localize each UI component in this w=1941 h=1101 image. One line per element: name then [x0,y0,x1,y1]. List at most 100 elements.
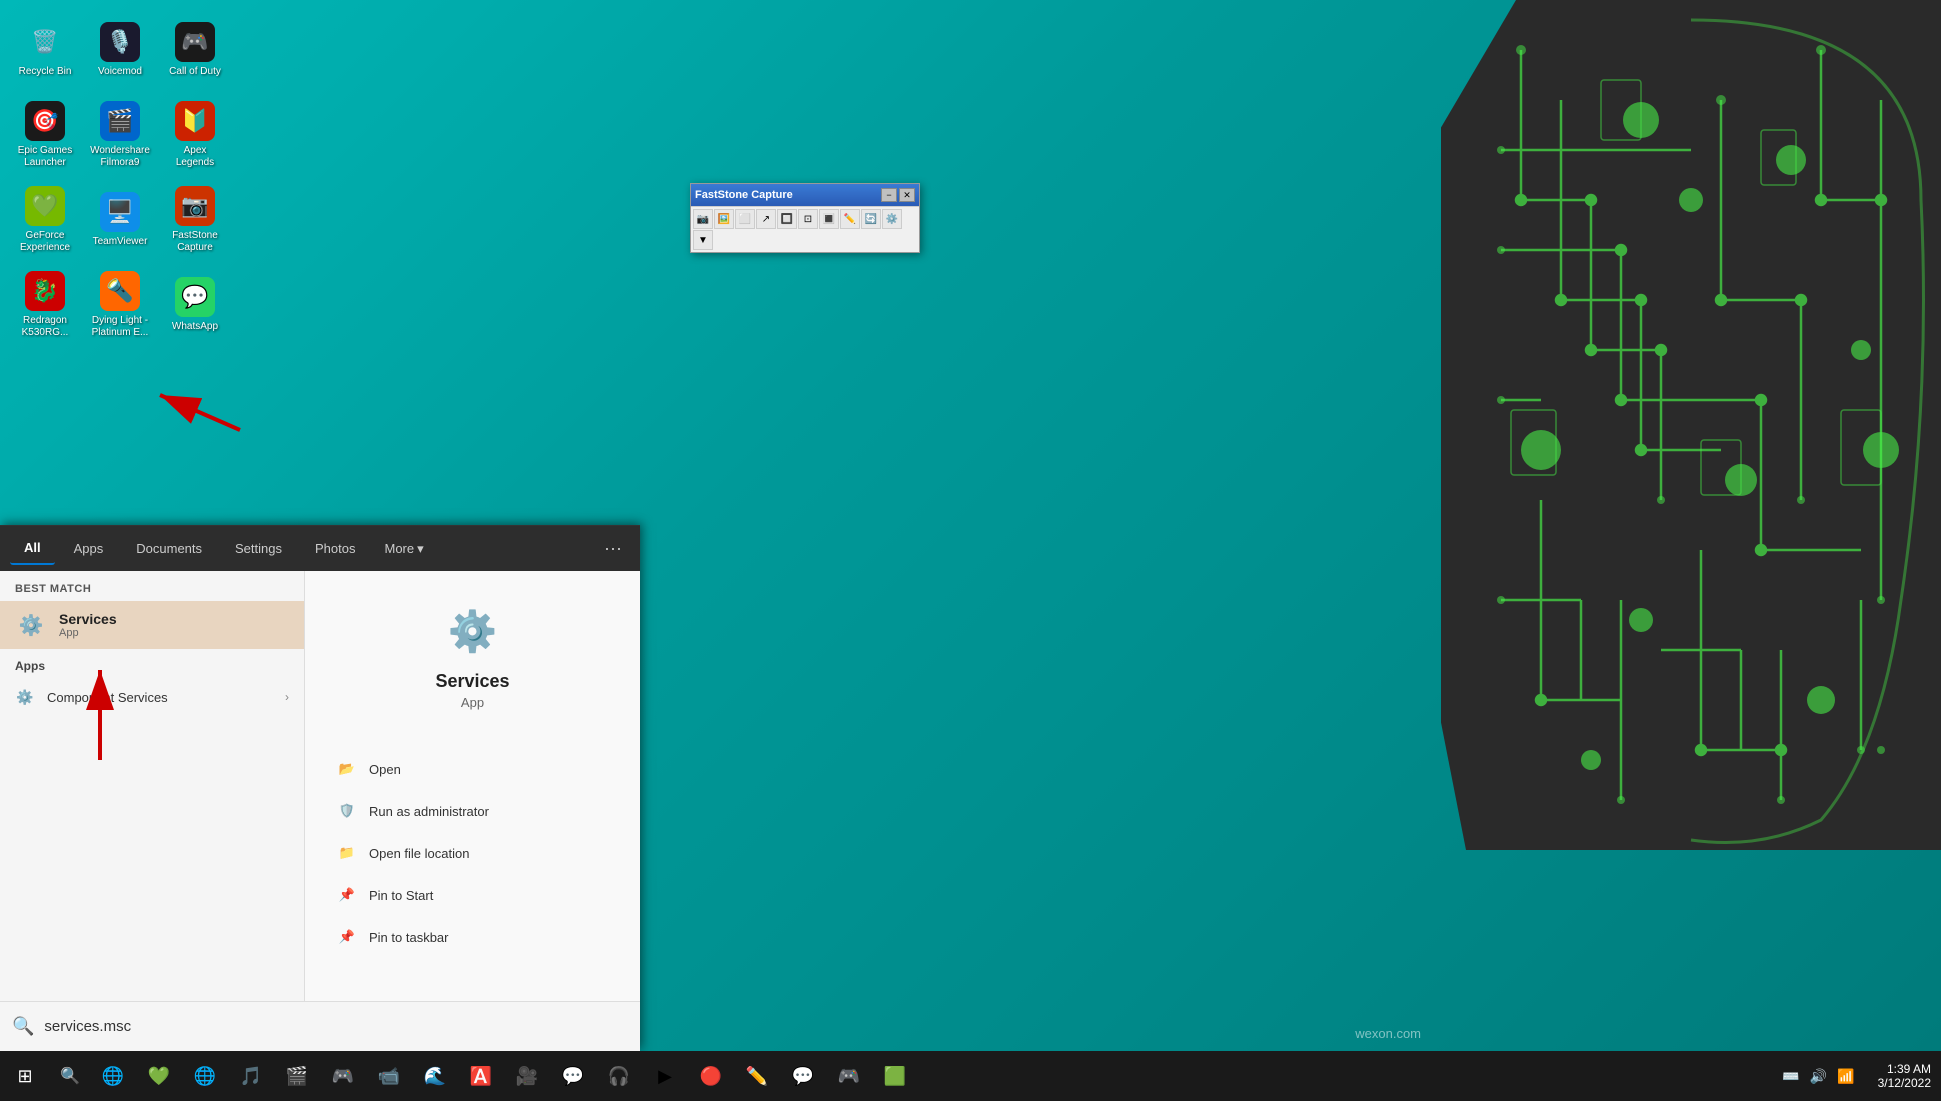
action-pin-to-start[interactable]: 📌 Pin to Start [325,876,620,914]
toolbar-icon-8[interactable]: ✏️ [840,209,860,229]
tab-photos[interactable]: Photos [301,533,369,564]
toolbar-icon-2[interactable]: 🖼️ [714,209,734,229]
toolbar-icon-6[interactable]: ⊡ [798,209,818,229]
clock-date: 3/12/2022 [1878,1076,1931,1090]
taskbar-edge[interactable]: 🌐 [90,1051,136,1101]
faststone-titlebar[interactable]: FastStone Capture − ✕ [691,184,919,206]
clock-time: 1:39 AM [1887,1062,1931,1076]
search-tabs: All Apps Documents Settings Photos More … [0,526,640,571]
toolbar-icon-9[interactable]: 🔄 [861,209,881,229]
geforce-icon-item[interactable]: 💚 GeForce Experience [10,180,80,260]
taskbar-tray: ⌨️ 🔊 📶 [1769,1065,1867,1088]
services-result-type: App [59,627,117,639]
search-input[interactable] [44,1018,628,1035]
toolbar-icon-7[interactable]: 🔳 [819,209,839,229]
epicgames-icon-item[interactable]: 🎯 Epic Games Launcher [10,95,80,175]
more-options-button[interactable]: ··· [596,534,630,563]
tab-all[interactable]: All [10,532,55,565]
dyinglight-icon: 🔦 [100,271,140,311]
recycle-bin-icon: 🗑️ [25,22,65,62]
action-pin-to-taskbar[interactable]: 📌 Pin to taskbar [325,918,620,956]
pin-to-taskbar-icon: 📌 [337,927,357,947]
component-services-item[interactable]: ⚙️ Component Services › [0,679,304,715]
pin-to-start-icon: 📌 [337,885,357,905]
desktop-icons: 🗑️ Recycle Bin 🎙️ Voicemod 🎮 Call of Dut… [10,10,230,345]
toolbar-icon-11[interactable]: ▼ [693,230,713,250]
dyinglight-icon-item[interactable]: 🔦 Dying Light - Platinum E... [85,265,155,345]
services-result-name: Services [59,611,117,627]
taskbar-premiere[interactable]: 🎬 [274,1051,320,1101]
faststone-window-title: FastStone Capture [695,189,793,201]
taskbar-teamspeak[interactable]: 🎧 [596,1051,642,1101]
taskbar-wacom[interactable]: ✏️ [734,1051,780,1101]
wondershare-icon-item[interactable]: 🎬 Wondershare Filmora9 [85,95,155,175]
recycle-bin-label: Recycle Bin [19,66,72,78]
teamviewer-icon-item[interactable]: 🖥️ TeamViewer [85,180,155,260]
geforce-label: GeForce Experience [14,230,76,254]
desktop-icon-row-4: 🐉 Redragon K530RG... 🔦 Dying Light - Pla… [10,265,230,345]
taskbar-discord[interactable]: 💬 [550,1051,596,1101]
taskbar-adobe[interactable]: 🅰️ [458,1051,504,1101]
callofduty-icon-item[interactable]: 🎮 Call of Duty [160,10,230,90]
taskbar-edge2[interactable]: 🌊 [412,1051,458,1101]
tab-apps[interactable]: Apps [60,533,118,564]
run-as-admin-icon: 🛡️ [337,801,357,821]
callofduty-icon: 🎮 [175,22,215,62]
open-file-location-label: Open file location [369,846,469,861]
taskbar-chrome[interactable]: 🌐 [182,1051,228,1101]
services-result-item[interactable]: ⚙️ Services App [0,601,304,649]
toolbar-icon-10[interactable]: ⚙️ [882,209,902,229]
desktop-icon-row-1: 🗑️ Recycle Bin 🎙️ Voicemod 🎮 Call of Dut… [10,10,230,90]
toolbar-icon-3[interactable]: ⬜ [735,209,755,229]
tray-network-icon[interactable]: 📶 [1834,1065,1857,1088]
redragon-icon-item[interactable]: 🐉 Redragon K530RG... [10,265,80,345]
apexlegends-icon-item[interactable]: 🔰 Apex Legends [160,95,230,175]
start-button[interactable]: ⊞ [0,1051,50,1101]
taskbar-red[interactable]: 🔴 [688,1051,734,1101]
whatsapp-icon: 💬 [175,277,215,317]
taskbar-nvidia[interactable]: 💚 [136,1051,182,1101]
taskbar-steam[interactable]: 🎮 [826,1051,872,1101]
action-open[interactable]: 📂 Open [325,750,620,788]
tray-keyboard-icon[interactable]: ⌨️ [1779,1065,1802,1088]
taskbar-zoom[interactable]: 📹 [366,1051,412,1101]
component-arrow-icon: › [285,690,289,704]
taskbar-clock[interactable]: 1:39 AM 3/12/2022 [1868,1062,1941,1090]
taskbar-green[interactable]: 🟩 [872,1051,918,1101]
whatsapp-icon-item[interactable]: 💬 WhatsApp [160,265,230,345]
taskbar-pinned-items: 🌐 💚 🌐 🎵 🎬 🎮 📹 🌊 🅰️ 🎥 💬 🎧 ▶ 🔴 ✏️ 💬 🎮 🟩 [90,1051,918,1101]
toolbar-icon-4[interactable]: ↗ [756,209,776,229]
search-results: Best match ⚙️ Services App Apps ⚙️ Compo… [0,571,640,1001]
taskbar-arrow[interactable]: ▶ [642,1051,688,1101]
faststone-icon: 📷 [175,186,215,226]
action-run-as-admin[interactable]: 🛡️ Run as administrator [325,792,620,830]
more-chevron-icon: ▾ [417,541,424,557]
action-open-file-location[interactable]: 📁 Open file location [325,834,620,872]
toolbar-icon-1[interactable]: 📷 [693,209,713,229]
minimize-button[interactable]: − [881,188,897,202]
taskbar-epic[interactable]: 🎮 [320,1051,366,1101]
apexlegends-label: Apex Legends [164,145,226,169]
wondershare-icon: 🎬 [100,101,140,141]
desktop-icon-row-3: 💚 GeForce Experience 🖥️ TeamViewer 📷 Fas… [10,180,230,260]
pin-to-taskbar-label: Pin to taskbar [369,930,449,945]
taskbar-spotify[interactable]: 🎵 [228,1051,274,1101]
geforce-icon: 💚 [25,186,65,226]
voicemod-icon-item[interactable]: 🎙️ Voicemod [85,10,155,90]
recycle-bin-icon-item[interactable]: 🗑️ Recycle Bin [10,10,80,90]
tab-more[interactable]: More ▾ [374,533,433,565]
component-services-icon: ⚙️ [15,687,35,707]
voicemod-label: Voicemod [98,66,142,78]
epicgames-icon: 🎯 [25,101,65,141]
taskbar-whatsapp[interactable]: 💬 [780,1051,826,1101]
taskbar-obs[interactable]: 🎥 [504,1051,550,1101]
tab-documents[interactable]: Documents [122,533,216,564]
app-preview: ⚙️ Services App [435,601,509,725]
close-button[interactable]: ✕ [899,188,915,202]
tray-volume-icon[interactable]: 🔊 [1807,1065,1830,1088]
tab-settings[interactable]: Settings [221,533,296,564]
taskbar-search-button[interactable]: 🔍 [50,1051,90,1101]
faststone-icon-item[interactable]: 📷 FastStone Capture [160,180,230,260]
faststone-label: FastStone Capture [164,230,226,254]
toolbar-icon-5[interactable]: 🔲 [777,209,797,229]
